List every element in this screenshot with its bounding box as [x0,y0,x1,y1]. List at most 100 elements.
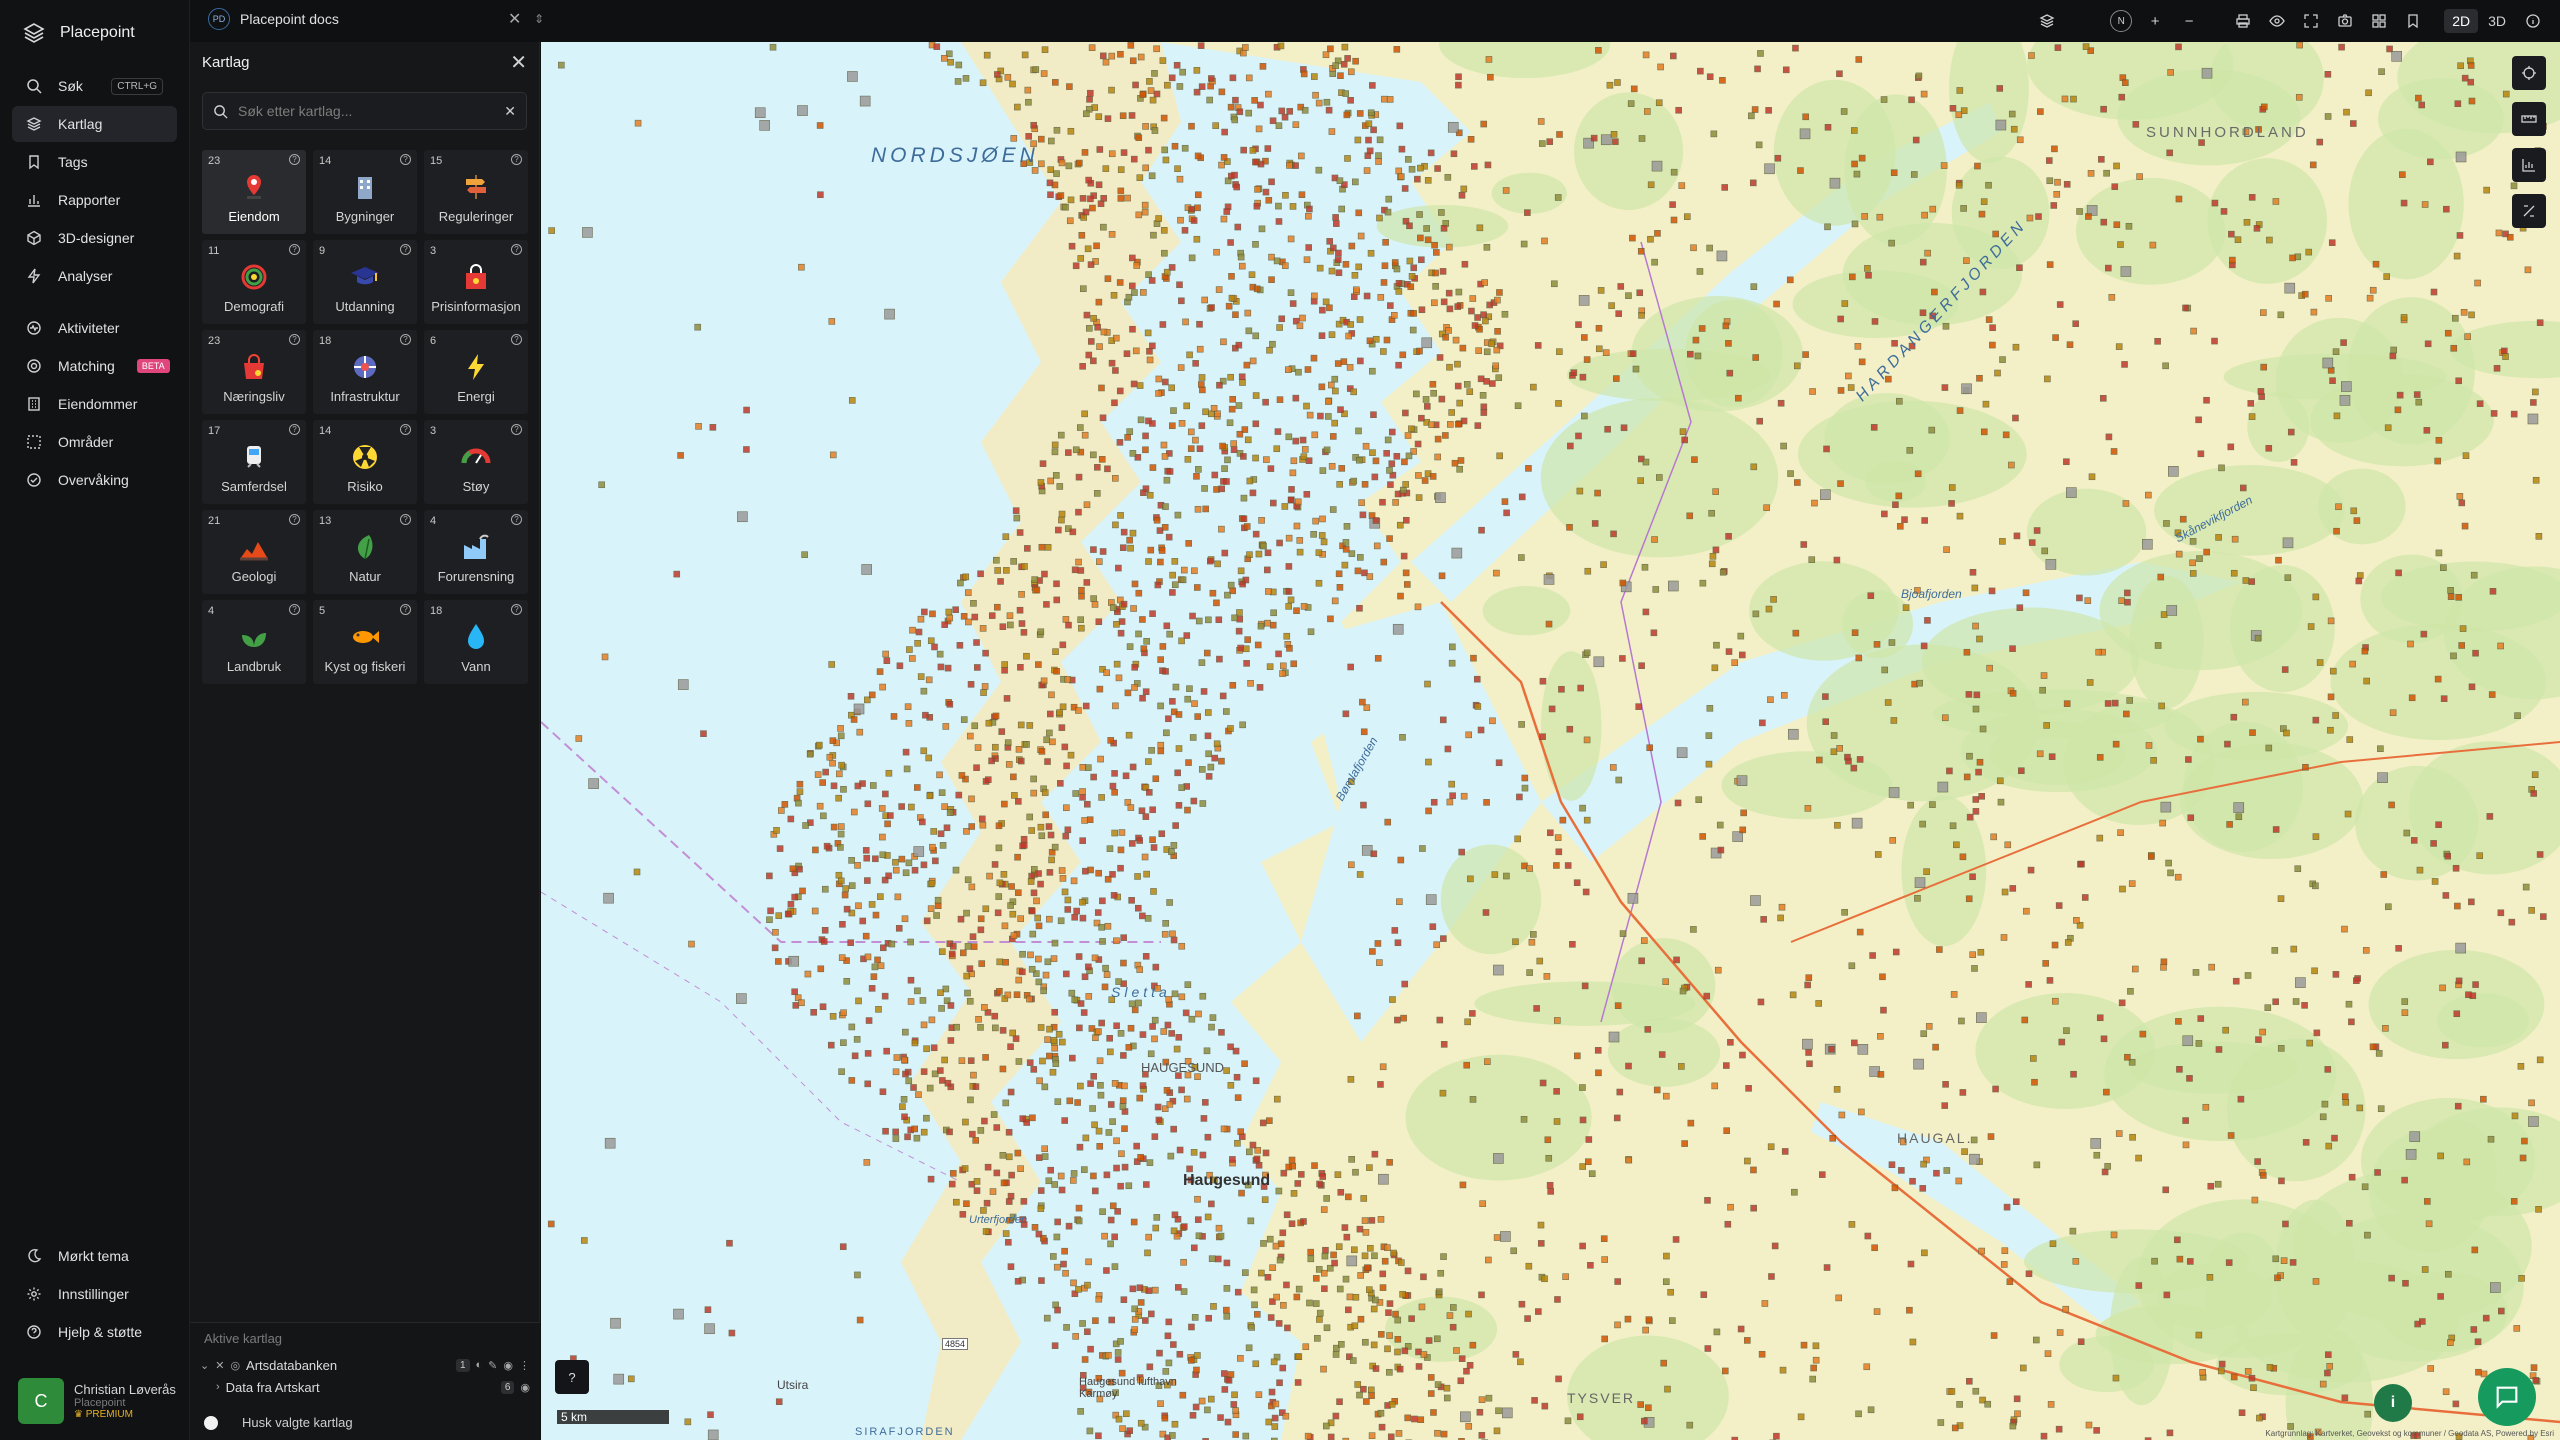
chevron-right-icon[interactable]: › [216,1381,220,1393]
measure-button[interactable] [2512,102,2546,136]
brand[interactable]: Placepoint [0,0,189,66]
nav-kartlag[interactable]: Kartlag [12,106,177,142]
category-tile-vann[interactable]: 18? Vann [424,600,528,684]
toggle-switch[interactable] [204,1415,226,1430]
edit-icon[interactable]: ✎ [488,1359,497,1372]
observation-point [2388,801,2395,809]
visibility-button[interactable] [2262,6,2292,36]
route-button[interactable] [2512,194,2546,228]
fullscreen-button[interactable] [2296,6,2326,36]
nav-matching[interactable]: Matching BETA [12,348,177,384]
info-icon[interactable]: ? [511,244,522,255]
category-tile-næringsliv[interactable]: 23? Næringsliv [202,330,306,414]
info-icon[interactable]: ? [511,514,522,525]
nav-search[interactable]: Søk CTRL+G [12,68,177,104]
category-tile-samferdsel[interactable]: 17? Samferdsel [202,420,306,504]
category-tile-infrastruktur[interactable]: 18? Infrastruktur [313,330,417,414]
bookmark-map-button[interactable] [2398,6,2428,36]
category-tile-energi[interactable]: 6? Energi [424,330,528,414]
eye-icon[interactable]: ◉ [520,1381,530,1394]
nav-dark-theme[interactable]: Mørkt tema [12,1238,178,1274]
opacity-icon[interactable]: ◐ [476,1359,483,1371]
nav-analyser[interactable]: Analyser [12,258,177,294]
category-tile-reguleringer[interactable]: 15? Reguleringer [424,150,528,234]
category-tile-kyst-og-fiskeri[interactable]: 5? Kyst og fiskeri [313,600,417,684]
print-button[interactable] [2228,6,2258,36]
map-help-button[interactable]: ? [555,1360,589,1394]
info-icon[interactable]: ? [400,604,411,615]
info-icon[interactable]: ? [400,424,411,435]
active-layer-row[interactable]: ⌄ ✕ ◎ Artsdatabanken 1 ◐ ✎ ◉ ⋮ [190,1354,540,1376]
category-tile-natur[interactable]: 13? Natur [313,510,417,594]
info-icon[interactable]: ? [289,424,300,435]
clear-doc-icon[interactable]: ✕ [508,9,521,29]
remember-layers-toggle[interactable]: Husk valgte kartlag [204,1415,353,1430]
category-tile-bygninger[interactable]: 14? Bygninger [313,150,417,234]
info-icon[interactable]: ? [511,334,522,345]
map-canvas[interactable] [541,42,2560,1440]
screenshot-button[interactable] [2330,6,2360,36]
category-tile-risiko[interactable]: 14? Risiko [313,420,417,504]
nav-settings[interactable]: Innstillinger [12,1276,178,1312]
elevation-profile-button[interactable] [2512,148,2546,182]
category-tile-geologi[interactable]: 21? Geologi [202,510,306,594]
observation-point [1137,1299,1145,1306]
more-options-icon[interactable]: ⋮ [519,1359,530,1372]
observation-point [1221,549,1229,557]
info-icon[interactable]: ? [289,334,300,345]
info-icon[interactable]: ? [289,244,300,255]
info-icon[interactable]: ? [289,154,300,165]
sub-layer-row[interactable]: › Data fra Artskart 6 ◉ [190,1376,540,1398]
category-tile-støy[interactable]: 3? Støy [424,420,528,504]
sprout-icon [242,633,266,647]
remove-layer-icon[interactable]: ✕ [215,1359,224,1372]
user-profile[interactable]: C Christian Løverås Placepoint ♛ PREMIUM [18,1378,176,1424]
info-icon[interactable]: ? [289,514,300,525]
zoom-in-button[interactable]: + [2140,6,2170,36]
observation-point [2008,110,2016,118]
nav-aktiviteter[interactable]: Aktiviteter [12,310,177,346]
category-tile-prisinformasjon[interactable]: 3? Prisinformasjon [424,240,528,324]
eye-icon[interactable]: ◉ [503,1359,513,1372]
category-tile-demografi[interactable]: 11? Demografi [202,240,306,324]
map-view[interactable]: NORDSJØEN SUNNHORDLAND HARDANGERFJORDEN … [541,42,2560,1440]
select-area-button[interactable] [2512,56,2546,90]
info-icon[interactable]: ? [511,604,522,615]
nav-3d-designer[interactable]: 3D-designer [12,220,177,256]
view-3d-button[interactable]: 3D [2480,9,2514,33]
info-fab-button[interactable]: i [2374,1384,2412,1422]
info-icon[interactable]: ? [511,424,522,435]
category-tile-eiendom[interactable]: 23? Eiendom [202,150,306,234]
nav-rapporter[interactable]: Rapporter [12,182,177,218]
nav-overvaking[interactable]: Overvåking [12,462,177,498]
category-tile-utdanning[interactable]: 9? Utdanning [313,240,417,324]
observation-point [1213,599,1220,607]
info-button[interactable] [2518,6,2548,36]
info-icon[interactable]: ? [400,514,411,525]
compass-button[interactable]: N [2106,6,2136,36]
nav-tags[interactable]: Tags [12,144,177,180]
nav-help[interactable]: Hjelp & støtte [12,1314,178,1350]
nav-eiendommer[interactable]: Eiendommer [12,386,177,422]
grid-button[interactable] [2364,6,2394,36]
zoom-out-button[interactable]: − [2174,6,2204,36]
layer-search-input[interactable] [238,103,495,119]
clear-search-icon[interactable]: ✕ [504,103,516,120]
info-icon[interactable]: ? [511,154,522,165]
observation-point [1438,209,1445,216]
nav-omrader[interactable]: Områder [12,424,177,460]
document-selector[interactable]: PD Placepoint docs ✕ ⇕ [208,8,544,30]
info-icon[interactable]: ? [400,334,411,345]
close-icon[interactable]: ✕ [510,50,527,75]
category-tile-forurensning[interactable]: 4? Forurensning [424,510,528,594]
observation-point [1265,588,1272,595]
chevron-updown-icon[interactable]: ⇕ [534,12,544,26]
info-icon[interactable]: ? [289,604,300,615]
category-tile-landbruk[interactable]: 4? Landbruk [202,600,306,684]
layers-stack-button[interactable] [2032,6,2062,36]
info-icon[interactable]: ? [400,154,411,165]
chat-button[interactable] [2478,1368,2536,1426]
info-icon[interactable]: ? [400,244,411,255]
view-2d-button[interactable]: 2D [2444,9,2479,33]
chevron-down-icon[interactable]: ⌄ [200,1359,209,1372]
